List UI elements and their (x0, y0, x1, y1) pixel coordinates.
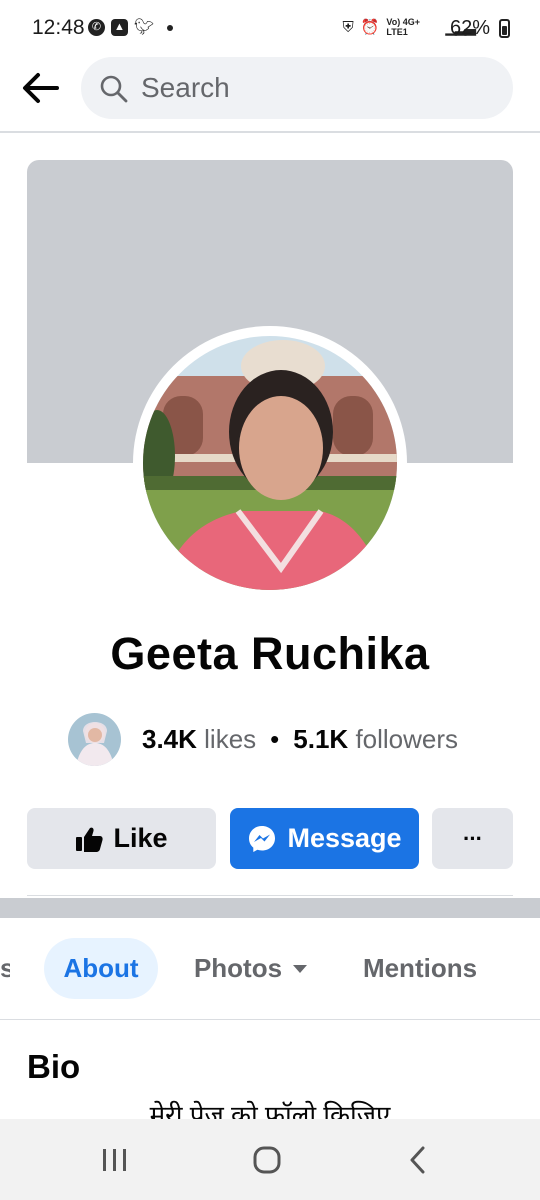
recent-apps-button[interactable] (85, 1139, 145, 1181)
home-icon (253, 1146, 281, 1174)
buttons-divider (27, 895, 513, 896)
search-bar[interactable] (81, 57, 513, 119)
more-dots-icon: ··· (463, 825, 483, 851)
system-back-button[interactable] (388, 1139, 448, 1181)
tab-about-label: About (63, 953, 139, 983)
battery-icon (499, 19, 510, 38)
status-bar: 12:48 ✆ ▲ 🐦︎ ⛨ ⏰ Vo) 4G+ LTE1 ▁▂▃ 62% (0, 0, 540, 60)
system-nav-bar (0, 1119, 540, 1200)
alarm-icon: ⏰ (360, 19, 380, 36)
profile-photo-illustration (143, 336, 397, 590)
message-button-label: Message (287, 823, 402, 853)
tab-about[interactable]: About (44, 938, 158, 999)
chevron-left-icon (410, 1146, 425, 1174)
tab-mentions[interactable]: Mentions (352, 938, 488, 999)
twitter-icon: 🐦︎ (134, 19, 155, 36)
home-button[interactable] (237, 1139, 297, 1181)
more-options-button[interactable]: ··· (432, 808, 513, 869)
likes-followers-stats: 3.4K likes • 5.1K followers (142, 724, 458, 755)
tab-photos-label: Photos (193, 953, 283, 983)
arrow-left-icon (23, 73, 59, 103)
tabs-divider (0, 1019, 540, 1020)
battery-percent: 62% (449, 17, 490, 39)
thumbs-up-icon (76, 827, 104, 852)
tab-photos[interactable]: Photos (180, 938, 322, 999)
likes-count: 3.4K (142, 724, 197, 754)
network-label: Vo) 4G+ LTE1 (386, 17, 420, 37)
messenger-icon (249, 825, 276, 852)
search-icon (100, 75, 128, 103)
caret-down-icon (293, 964, 308, 973)
vpn-icon: ⛨ (342, 18, 354, 36)
message-button[interactable]: Message (230, 808, 419, 869)
gallery-icon: ▲ (111, 19, 128, 36)
status-time: 12:48 (32, 16, 85, 39)
back-button[interactable] (18, 66, 62, 110)
small-avatar-illustration (68, 713, 121, 766)
header-divider (0, 131, 540, 133)
tab-mentions-label: Mentions (362, 953, 478, 983)
avatar[interactable] (68, 713, 121, 766)
followers-label: followers (355, 724, 459, 754)
likes-label: likes (204, 724, 257, 754)
more-notifications-dot (167, 24, 173, 31)
notification-icons: ✆ ▲ 🐦︎ (88, 19, 173, 36)
like-button[interactable]: Like (27, 808, 216, 869)
recent-apps-icon (103, 1149, 126, 1171)
stats-separator: • (270, 724, 280, 754)
search-input[interactable] (141, 57, 491, 119)
whatsapp-icon: ✆ (88, 19, 105, 36)
section-separator (0, 898, 540, 918)
like-button-label: Like (113, 823, 168, 853)
tab-previous-partial[interactable]: s (0, 938, 10, 999)
bio-heading: Bio (27, 1048, 81, 1085)
followers-count: 5.1K (293, 724, 349, 754)
page-title: Geeta Ruchika (110, 628, 430, 679)
profile-picture[interactable] (143, 336, 397, 590)
